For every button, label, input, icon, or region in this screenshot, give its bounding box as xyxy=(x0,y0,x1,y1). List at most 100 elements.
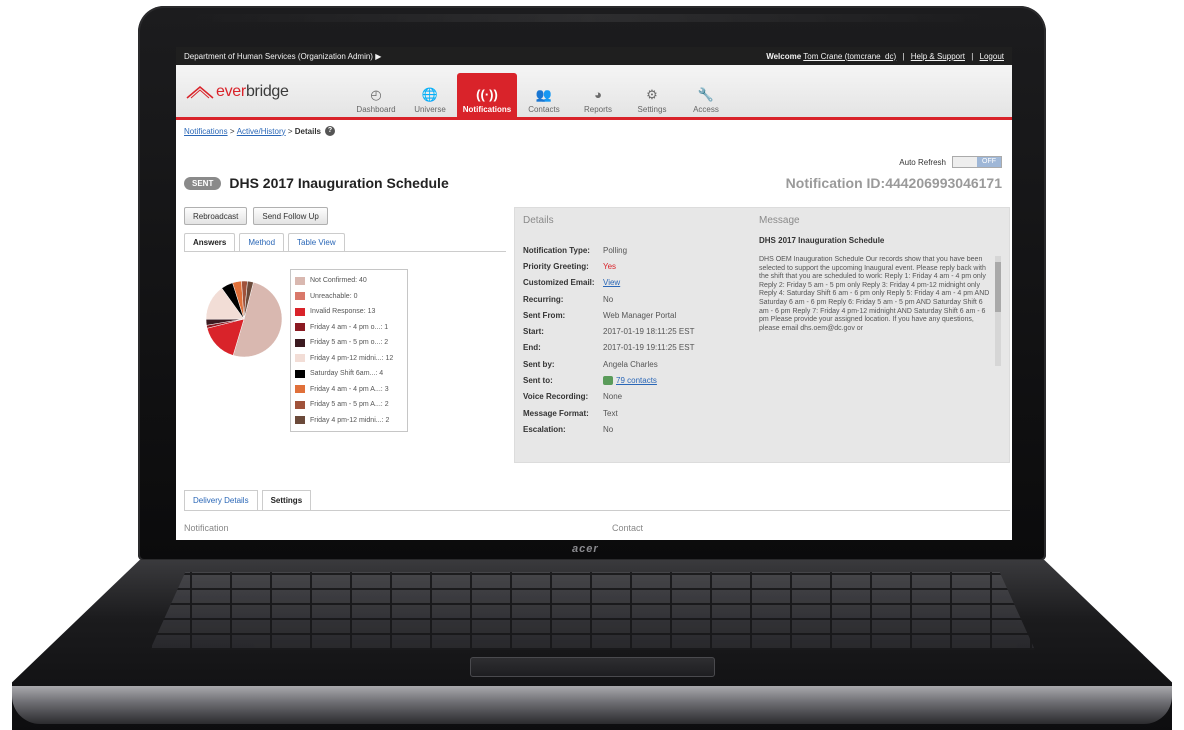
nav-access[interactable]: 🔧 Access xyxy=(679,73,733,120)
detail-value: Polling xyxy=(603,245,628,255)
result-tabs: Answers Method Table View xyxy=(184,233,506,252)
detail-value: 2017-01-19 19:11:25 EST xyxy=(603,343,695,353)
nav-contacts[interactable]: 👥 Contacts xyxy=(517,73,571,120)
breadcrumb-notifications-link[interactable]: Notifications xyxy=(184,127,228,136)
nav-dashboard[interactable]: ◴ Dashboard xyxy=(349,73,403,120)
view-email-link[interactable]: View xyxy=(603,278,620,287)
legend-item[interactable]: Unreachable: 0 xyxy=(295,289,407,305)
legend-label: Friday 4 pm-12 midni...: 2 xyxy=(310,416,390,424)
legend-item[interactable]: Friday 4 pm-12 midni...: 2 xyxy=(295,413,407,429)
nav-label: Reports xyxy=(583,105,612,114)
legend-label: Friday 4 am - 4 pm o...: 1 xyxy=(310,323,389,331)
laptop-keyboard xyxy=(150,572,1035,650)
detail-key: Escalation: xyxy=(523,424,566,434)
legend-item[interactable]: Friday 4 pm-12 midni...: 12 xyxy=(295,351,407,367)
logo-suffix: bridge xyxy=(245,83,289,100)
detail-row: Priority Greeting: Yes xyxy=(523,258,694,274)
legend-label: Unreachable: 0 xyxy=(310,292,358,300)
breadcrumb-current: Details xyxy=(294,126,321,136)
message-title: DHS 2017 Inauguration Schedule xyxy=(759,236,885,245)
details-panel: Details Notification Type: Polling Priorit… xyxy=(514,207,1010,463)
detail-row: Sent to: 79 contacts xyxy=(523,372,694,388)
legend-label: Friday 4 am - 4 pm A...: 3 xyxy=(310,385,389,393)
detail-key: Voice Recording: xyxy=(523,392,589,402)
pie-legend: Not Confirmed: 40 Unreachable: 0 Invalid R… xyxy=(290,269,408,432)
legend-swatch xyxy=(295,292,305,301)
help-icon[interactable]: ? xyxy=(325,126,335,136)
auto-refresh: Auto Refresh OFF xyxy=(899,156,1002,168)
legend-swatch xyxy=(295,323,305,332)
legend-label: Not Confirmed: 40 xyxy=(310,277,367,285)
nav-label: Dashboard xyxy=(356,105,396,114)
sent-to-contacts-link[interactable]: 79 contacts xyxy=(616,376,657,385)
tab-table-view[interactable]: Table View xyxy=(288,233,345,251)
nav-settings[interactable]: ⚙ Settings xyxy=(625,73,679,120)
legend-item[interactable]: Friday 4 am - 4 pm o...: 1 xyxy=(295,320,407,336)
legend-swatch xyxy=(295,400,305,409)
legend-label: Invalid Response: 13 xyxy=(310,308,376,316)
detail-key: Sent by: xyxy=(523,359,555,369)
everbridge-swoosh-icon xyxy=(186,86,214,99)
detail-value: No xyxy=(603,424,614,434)
nav-contacts-icon: 👥 xyxy=(535,87,553,102)
detail-key: End: xyxy=(523,343,541,353)
detail-row: Recurring: No xyxy=(523,291,694,307)
top-bar: Department of Human Services (Organizati… xyxy=(176,47,1012,65)
tab-answers[interactable]: Answers xyxy=(184,233,236,251)
nav-items: ◴ Dashboard 🌐 Universe ((·)) Notifications 👥 Co… xyxy=(349,73,733,120)
tab-delivery-details[interactable]: Delivery Details xyxy=(184,490,258,510)
rebroadcast-button[interactable]: Rebroadcast xyxy=(184,207,248,225)
legend-item[interactable]: Not Confirmed: 40 xyxy=(295,273,407,289)
laptop-base-edge xyxy=(12,686,1172,724)
detail-value: Angela Charles xyxy=(603,359,658,369)
auto-refresh-toggle[interactable]: OFF xyxy=(952,156,1002,168)
org-switcher[interactable]: Department of Human Services (Organizati… xyxy=(184,52,381,61)
tab-method[interactable]: Method xyxy=(239,233,285,251)
legend-item[interactable]: Friday 5 am - 5 pm o...: 2 xyxy=(295,335,407,351)
detail-value: Text xyxy=(603,408,618,418)
send-follow-up-button[interactable]: Send Follow Up xyxy=(253,207,328,225)
logo-prefix: ever xyxy=(216,83,246,100)
nav-reports-icon: ◕ xyxy=(594,87,602,102)
legend-label: Friday 5 am - 5 pm A...: 2 xyxy=(310,401,389,409)
nav-label: Settings xyxy=(637,105,667,114)
breadcrumb-active-history-link[interactable]: Active/History xyxy=(237,127,286,136)
detail-key: Sent to: xyxy=(523,376,553,386)
everbridge-logo[interactable]: ever bridge xyxy=(186,83,289,101)
laptop-touchpad xyxy=(470,657,715,677)
legend-item[interactable]: Friday 4 am - 4 pm A...: 3 xyxy=(295,382,407,398)
contact-section-label: Contact xyxy=(612,523,644,533)
bottom-tabs: Delivery Details Settings xyxy=(184,490,1010,511)
tab-settings[interactable]: Settings xyxy=(261,490,312,510)
nav-reports[interactable]: ◕ Reports xyxy=(571,73,625,120)
help-support-link[interactable]: Help & Support xyxy=(911,52,965,61)
detail-key: Customized Email: xyxy=(523,278,595,288)
detail-row: Start: 2017-01-19 18:11:25 EST xyxy=(523,323,694,339)
action-buttons: Rebroadcast Send Follow Up xyxy=(184,207,334,225)
user-profile-link[interactable]: Tom Crane (tomcrane_dc) xyxy=(803,52,896,61)
nav-notifications[interactable]: ((·)) Notifications xyxy=(457,73,517,120)
legend-item[interactable]: Invalid Response: 13 xyxy=(295,304,407,320)
nav-universe[interactable]: 🌐 Universe xyxy=(403,73,457,120)
detail-row: Customized Email: View xyxy=(523,275,694,291)
detail-value: Web Manager Portal xyxy=(603,310,677,320)
detail-row: End: 2017-01-19 19:11:25 EST xyxy=(523,340,694,356)
logout-link[interactable]: Logout xyxy=(980,52,1004,61)
breadcrumb-separator: > xyxy=(287,126,293,136)
page-title: DHS 2017 Inauguration Schedule xyxy=(229,175,449,191)
legend-item[interactable]: Friday 5 am - 5 pm A...: 2 xyxy=(295,397,407,413)
detail-row: Voice Recording: None xyxy=(523,389,694,405)
title-row: SENT DHS 2017 Inauguration Schedule Noti… xyxy=(184,175,1002,191)
legend-label: Saturday Shift 6am...: 4 xyxy=(310,370,384,378)
contacts-icon xyxy=(603,376,613,386)
auto-refresh-state: OFF xyxy=(977,157,1001,167)
detail-value: No xyxy=(603,294,614,304)
message-scrollbar[interactable] xyxy=(995,256,1001,366)
welcome-text: Welcome xyxy=(766,51,802,61)
auto-refresh-label: Auto Refresh xyxy=(899,157,946,167)
legend-item[interactable]: Saturday Shift 6am...: 4 xyxy=(295,366,407,382)
detail-value: 2017-01-19 18:11:25 EST xyxy=(603,327,695,337)
legend-swatch xyxy=(295,276,305,285)
answers-pie-chart xyxy=(205,280,283,358)
detail-row: Sent by: Angela Charles xyxy=(523,356,694,372)
